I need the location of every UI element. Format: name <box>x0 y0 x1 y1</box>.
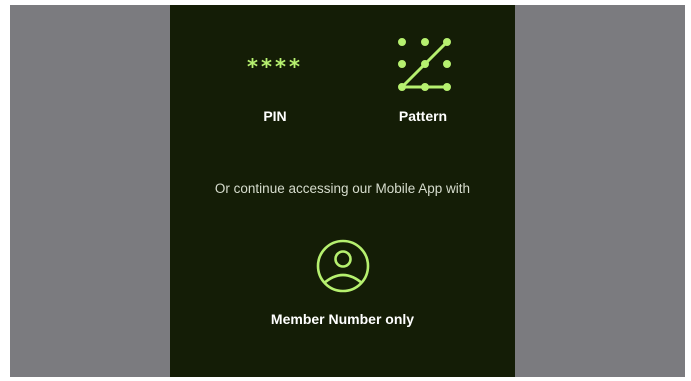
member-number-label: Member Number only <box>270 311 415 327</box>
screen-backdrop: **** PIN Pattern Or continue accessing o… <box>10 5 685 377</box>
pin-label: PIN <box>263 108 287 124</box>
pattern-login-option[interactable]: Pattern <box>363 5 483 135</box>
user-circle-icon <box>316 239 370 293</box>
pin-dots-icon: **** <box>247 55 303 79</box>
pattern-grid-icon <box>398 38 451 91</box>
pattern-label: Pattern <box>398 108 448 124</box>
member-number-login-option[interactable]: Member Number only <box>260 233 425 333</box>
login-method-screen: **** PIN Pattern Or continue accessing o… <box>170 5 515 377</box>
alternate-login-prompt: Or continue accessing our Mobile App wit… <box>214 181 471 196</box>
pin-login-option[interactable]: **** PIN <box>215 5 335 135</box>
